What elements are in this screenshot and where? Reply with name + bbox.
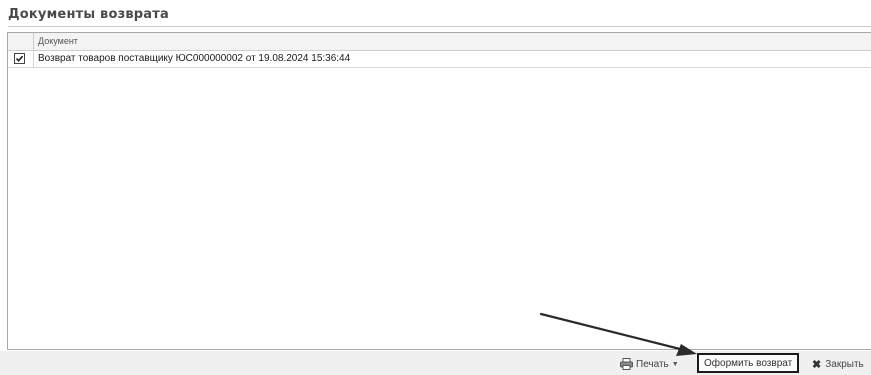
printer-icon bbox=[620, 358, 633, 370]
close-label: Закрыть bbox=[825, 358, 864, 370]
create-return-label: Оформить возврат bbox=[704, 357, 793, 369]
return-documents-form: Документы возврата Документ Возврат това… bbox=[0, 0, 871, 375]
chevron-down-icon: ▼ bbox=[671, 360, 679, 368]
close-icon: ✖ bbox=[812, 358, 822, 371]
checkmark-icon bbox=[15, 55, 24, 62]
footer-toolbar: Печать ▼ Оформить возврат ✖ Закрыть bbox=[0, 351, 871, 375]
row-check-cell bbox=[8, 51, 34, 67]
document-cell: Возврат товаров поставщику ЮС000000002 о… bbox=[38, 53, 351, 64]
documents-table[interactable]: Документ Возврат товаров поставщику ЮС00… bbox=[7, 32, 871, 350]
print-label: Печать bbox=[636, 358, 669, 370]
row-checkbox[interactable] bbox=[14, 53, 25, 64]
title-divider bbox=[8, 26, 871, 27]
close-button[interactable]: ✖ Закрыть bbox=[812, 355, 864, 373]
create-return-button[interactable]: Оформить возврат bbox=[697, 353, 800, 373]
table-header: Документ bbox=[8, 33, 871, 51]
print-button[interactable]: Печать ▼ bbox=[620, 355, 679, 373]
table-row[interactable]: Возврат товаров поставщику ЮС000000002 о… bbox=[8, 51, 871, 68]
column-header-document[interactable]: Документ bbox=[38, 36, 78, 46]
header-check-column bbox=[8, 33, 34, 50]
section-title: Документы возврата bbox=[8, 7, 169, 22]
